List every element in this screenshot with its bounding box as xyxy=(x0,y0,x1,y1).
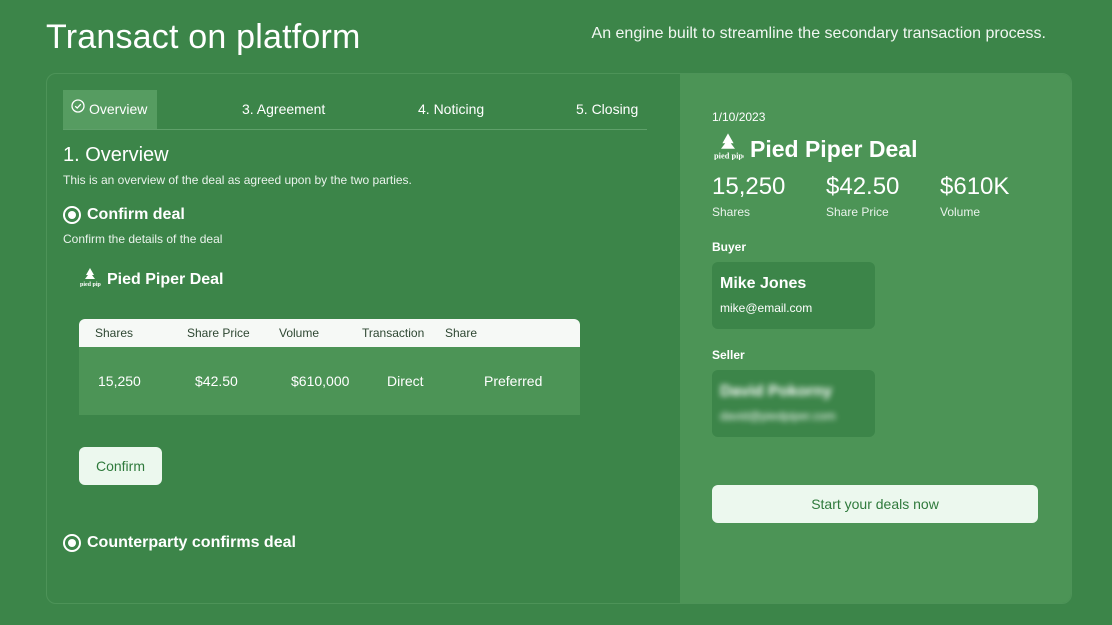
table-cell: 15,250 xyxy=(98,373,141,389)
column-header: Shares xyxy=(95,326,134,340)
counterparty-step[interactable]: Counterparty confirms deal xyxy=(63,534,296,552)
deal-card: Overview 3. Agreement 4. Noticing 5. Clo… xyxy=(46,73,1072,604)
section-title: 1. Overview xyxy=(63,144,169,166)
table-cell: Direct xyxy=(387,373,424,389)
page-title: Transact on platform xyxy=(46,18,361,56)
table-cell: $42.50 xyxy=(195,373,238,389)
deal-steps-panel: Overview 3. Agreement 4. Noticing 5. Clo… xyxy=(47,74,680,603)
column-header: Volume xyxy=(279,326,320,340)
start-deals-button[interactable]: Start your deals now xyxy=(712,485,1038,523)
radio-selected-icon xyxy=(63,534,81,552)
column-header: Transaction xyxy=(362,326,425,340)
tab-closing[interactable]: 5. Closing xyxy=(576,90,638,129)
stat-volume: $610K Volume xyxy=(940,173,1009,219)
stat-shares: 15,250 Shares xyxy=(712,173,785,219)
summary-deal-name: Pied Piper Deal xyxy=(750,135,918,162)
svg-text:pied piper: pied piper xyxy=(80,282,101,287)
svg-text:pied piper: pied piper xyxy=(714,152,744,160)
confirm-deal-step[interactable]: Confirm deal xyxy=(63,206,185,224)
stat-value: 15,250 xyxy=(712,173,786,200)
deal-name: Pied Piper Deal xyxy=(107,270,224,288)
step-tabs: Overview 3. Agreement 4. Noticing 5. Clo… xyxy=(63,90,647,130)
seller-card: David Pokorny david@piedpiper.com xyxy=(712,370,875,437)
deal-date: 1/10/2023 xyxy=(712,110,766,124)
page-subtitle: An engine built to streamline the second… xyxy=(591,25,1046,42)
buyer-email: mike@email.com xyxy=(720,301,813,315)
confirm-button[interactable]: Confirm xyxy=(79,447,162,485)
buyer-label: Buyer xyxy=(712,240,747,254)
column-header: Share xyxy=(445,326,478,340)
column-header: Share Price xyxy=(187,326,250,340)
counterparty-step-title: Counterparty confirms deal xyxy=(87,534,296,551)
seller-email: david@piedpiper.com xyxy=(720,409,836,423)
radio-selected-icon xyxy=(63,206,81,224)
deal-header: pied piper Pied Piper Deal xyxy=(79,267,224,292)
stat-label: Volume xyxy=(940,205,981,219)
section-description: This is an overview of the deal as agree… xyxy=(63,173,412,187)
deal-table: Shares Share Price Volume Transaction Sh… xyxy=(79,319,580,415)
confirm-deal-step-description: Confirm the details of the deal xyxy=(63,232,223,246)
stat-label: Share Price xyxy=(826,205,889,219)
seller-label: Seller xyxy=(712,348,745,362)
tab-noticing[interactable]: 4. Noticing xyxy=(418,90,484,129)
stat-share-price: $42.50 Share Price xyxy=(826,173,899,219)
tab-agreement[interactable]: 3. Agreement xyxy=(242,90,325,129)
check-circle-icon xyxy=(71,89,85,128)
buyer-card: Mike Jones mike@email.com xyxy=(712,262,875,329)
stat-value: $42.50 xyxy=(826,173,900,200)
pied-piper-logo: pied piper xyxy=(79,267,107,292)
buyer-name: Mike Jones xyxy=(720,275,807,292)
tab-overview[interactable]: Overview xyxy=(63,90,157,129)
deal-summary-panel: 1/10/2023 pied piper Pied Piper Deal 15,… xyxy=(680,74,1071,603)
table-header: Shares Share Price Volume Transaction Sh… xyxy=(79,319,580,347)
stat-value: $610K xyxy=(940,173,1010,200)
seller-name: David Pokorny xyxy=(720,383,833,400)
table-cell: $610,000 xyxy=(291,373,350,389)
table-cell: Preferred xyxy=(484,373,543,389)
stat-label: Shares xyxy=(712,205,751,219)
confirm-deal-step-title: Confirm deal xyxy=(87,206,185,223)
tab-overview-label: Overview xyxy=(89,101,148,117)
pied-piper-logo: pied piper xyxy=(712,132,751,166)
table-row: 15,250 $42.50 $610,000 Direct Preferred xyxy=(79,347,580,415)
summary-deal-header: pied piper Pied Piper Deal xyxy=(712,132,917,166)
